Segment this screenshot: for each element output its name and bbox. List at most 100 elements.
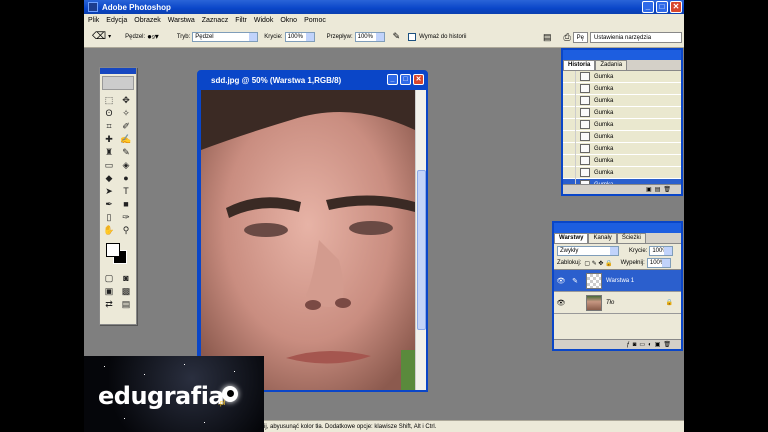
eyedropper-icon[interactable]: ✑ — [119, 211, 134, 223]
new-document-from-state-icon[interactable]: ▣ — [646, 186, 652, 193]
new-layer-icon[interactable]: ▣ — [655, 341, 661, 348]
layer-opacity-input[interactable]: 100% — [649, 245, 674, 256]
fill-label: Wypełnij: — [620, 260, 645, 266]
mode-select[interactable]: Pędzel — [192, 31, 259, 42]
well-tab-tool-presets[interactable]: Ustawienia narzędzia — [590, 31, 682, 43]
notes-tool-icon[interactable]: ▯ — [102, 211, 117, 223]
palette-well: ▤ ⎙ Pę Ustawienia narzędzia — [543, 30, 682, 44]
brush-preview[interactable]: ●9▾ — [147, 32, 159, 41]
history-item[interactable]: Gumka — [563, 130, 681, 143]
history-item[interactable]: Gumka — [563, 142, 681, 155]
menu-plik[interactable]: Plik — [88, 17, 99, 24]
layer-name: Tło — [606, 299, 615, 306]
erase-to-history-checkbox[interactable] — [408, 32, 417, 41]
menu-warstwa[interactable]: Warstwa — [168, 17, 195, 24]
menu-zaznacz[interactable]: Zaznacz — [202, 17, 228, 24]
new-snapshot-icon[interactable]: ▤ — [655, 186, 661, 193]
hand-tool-icon[interactable]: ✋ — [102, 224, 117, 236]
layer-name: Warstwa 1 — [606, 277, 635, 284]
document-scrollbar[interactable] — [415, 90, 426, 390]
history-item[interactable]: Gumka — [563, 154, 681, 167]
color-swatches[interactable] — [104, 241, 132, 267]
menu-filtr[interactable]: Filtr — [235, 17, 247, 24]
lock-icons[interactable]: ▢ ✎ ✥ 🔒 — [584, 260, 612, 267]
type-tool-icon[interactable]: T — [119, 185, 134, 197]
shape-tool-icon[interactable]: ■ — [119, 198, 134, 210]
history-item[interactable]: Gumka — [563, 118, 681, 131]
eye-icon[interactable]: 👁 — [554, 299, 568, 307]
move-tool-icon[interactable]: ✥ — [119, 94, 134, 106]
layer-thumbnail — [586, 294, 602, 311]
eye-icon[interactable]: 👁 — [554, 277, 568, 285]
airbrush-icon[interactable]: ✎ — [393, 31, 401, 42]
file-browser-icon[interactable]: ▤ — [543, 32, 552, 43]
fill-input[interactable]: 100% — [646, 258, 671, 268]
eraser-icon[interactable]: ⌫ — [92, 31, 106, 42]
doc-maximize-button[interactable]: □ — [400, 74, 411, 85]
blur-tool-icon[interactable]: ◆ — [102, 172, 117, 184]
delete-state-icon[interactable]: 🗑 — [663, 186, 671, 193]
tab-channels[interactable]: Kanały — [588, 233, 617, 243]
flow-input[interactable]: 100% — [354, 31, 385, 42]
blend-mode-select[interactable]: Zwykły — [557, 245, 619, 256]
menu-edycja[interactable]: Edycja — [106, 17, 127, 24]
eraser-icon — [580, 132, 590, 141]
layer-row[interactable]: 👁 Tło 🔒 — [554, 292, 681, 314]
bucket-tool-icon[interactable]: ◈ — [119, 159, 134, 171]
zoom-tool-icon[interactable]: ⚲ — [119, 224, 134, 236]
layer-thumbnail — [586, 272, 602, 289]
adjustment-layer-icon[interactable]: ◐ — [648, 342, 652, 348]
screen-mode-icon[interactable]: ▣ — [102, 285, 117, 297]
history-item[interactable]: Gumka — [563, 94, 681, 107]
standard-mode-icon[interactable]: ▢ — [102, 272, 117, 284]
fullscreen-mode-icon[interactable]: ▩ — [119, 285, 134, 297]
menu-obrazek[interactable]: Obrazek — [134, 17, 160, 24]
menu-pomoc[interactable]: Pomoc — [304, 17, 326, 24]
tool-preset-dropdown[interactable]: ▾ — [108, 33, 111, 40]
tab-actions[interactable]: Zadania — [595, 60, 628, 70]
well-tab-brushes[interactable]: Pę — [572, 31, 588, 43]
menu-okno[interactable]: Okno — [280, 17, 297, 24]
stamp-tool-icon[interactable]: ♜ — [102, 146, 117, 158]
imageready-icon[interactable]: ⇄ — [102, 298, 117, 310]
jump-icon[interactable]: ▤ — [119, 298, 134, 310]
tab-paths[interactable]: Ścieżki — [616, 233, 646, 243]
maximize-button[interactable]: □ — [656, 1, 668, 13]
tab-layers[interactable]: Warstwy — [554, 233, 589, 243]
layer-style-icon[interactable]: ƒ — [626, 342, 629, 348]
delete-layer-icon[interactable]: 🗑 — [663, 341, 671, 348]
doc-close-button[interactable]: ✕ — [413, 74, 424, 85]
layer-set-icon[interactable]: ▭ — [639, 341, 645, 348]
history-item[interactable]: Gumka — [563, 106, 681, 119]
brush-tool-icon[interactable]: ✍ — [119, 133, 134, 145]
layer-mask-icon[interactable]: ◙ — [633, 342, 637, 348]
opacity-input[interactable]: 100% — [284, 31, 315, 42]
print-icon[interactable]: ⎙ — [563, 32, 570, 43]
menu-widok[interactable]: Widok — [254, 17, 273, 24]
image-canvas[interactable] — [201, 90, 415, 390]
foreground-color[interactable] — [106, 243, 120, 257]
history-item[interactable]: Gumka — [563, 70, 681, 83]
doc-minimize-button[interactable]: _ — [387, 74, 398, 85]
close-button[interactable]: ✕ — [670, 1, 682, 13]
history-item[interactable]: Gumka — [563, 166, 681, 179]
history-item[interactable]: Gumka — [563, 82, 681, 95]
marquee-tool-icon[interactable]: ⬚ — [102, 94, 117, 106]
lasso-tool-icon[interactable]: ʘ — [102, 107, 117, 119]
path-select-icon[interactable]: ➤ — [102, 185, 117, 197]
tab-history[interactable]: Historia — [563, 60, 596, 70]
crop-tool-icon[interactable]: ⌗ — [102, 120, 117, 132]
eraser-icon — [580, 96, 590, 105]
history-brush-icon[interactable]: ✎ — [119, 146, 134, 158]
pen-tool-icon[interactable]: ✒ — [102, 198, 117, 210]
layer-row[interactable]: 👁 ✎ Warstwa 1 — [554, 270, 681, 292]
magic-wand-icon[interactable]: ✧ — [119, 107, 134, 119]
quick-mask-icon[interactable]: ◙ — [119, 272, 134, 284]
minimize-button[interactable]: _ — [642, 1, 654, 13]
eraser-tool-icon[interactable]: ▭ — [102, 159, 117, 171]
brush-link-icon[interactable]: ✎ — [568, 277, 582, 285]
face-photo — [201, 90, 415, 390]
slice-tool-icon[interactable]: ✐ — [119, 120, 134, 132]
healing-brush-icon[interactable]: ✚ — [102, 133, 117, 145]
dodge-tool-icon[interactable]: ● — [119, 172, 134, 184]
